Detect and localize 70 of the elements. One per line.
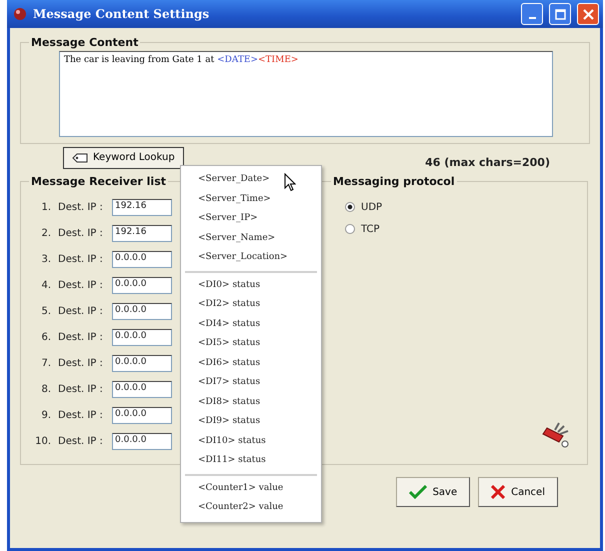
menu-item[interactable]: <DI2> status [181,295,321,314]
ip-input-field[interactable]: 0.0.0.0 [112,328,172,346]
row-number: 6. [40,332,51,342]
menu-item[interactable]: <Server_Date> [181,170,321,190]
menu-item[interactable]: <DI6> status [181,354,321,373]
menu-item[interactable]: <DI0> status [181,276,321,295]
menu-item[interactable]: <Counter2> value [181,498,321,518]
keyword-lookup-button[interactable]: Keyword Lookup [63,146,184,168]
ip-input-field[interactable]: 0.0.0.0 [112,380,172,398]
ip-input-field[interactable]: 0.0.0.0 [112,432,172,450]
x-icon [491,485,506,499]
field-label: Dest. IP : [58,280,104,290]
menu-item[interactable]: <DI8> status [181,392,321,412]
menu-item[interactable]: <DI5> status [181,334,321,354]
row-number: 8. [40,384,51,394]
row-number: 4. [40,280,51,290]
check-icon [408,485,427,499]
field-label: Dest. IP : [58,254,104,264]
message-text-field[interactable]: The car is leaving from Gate 1 at <DATE><TIME> [59,51,553,137]
group-title: Messaging protocol [332,175,456,188]
row-number: 10. [34,436,51,446]
protocol-radio[interactable]: UDP [345,196,571,218]
group-title: Message Content [30,36,140,49]
row-number: 2. [40,228,51,238]
minimize-icon [528,17,536,19]
field-label: Dest. IP : [58,358,104,368]
field-label: Dest. IP : [58,384,104,394]
field-label: Dest. IP : [58,410,104,420]
protocol-radio[interactable]: TCP [345,218,571,240]
menu-item[interactable]: <Server_Time> [181,190,321,209]
char-count: 46 (max chars=200) [425,156,550,169]
save-button[interactable]: Save [396,477,470,507]
ip-input-field[interactable]: 0.0.0.0 [112,250,172,268]
field-label: Dest. IP : [58,436,104,446]
ip-input-field[interactable]: 0.0.0.0 [112,354,172,372]
menu-item[interactable]: <DI4> status [181,314,321,334]
field-label: Dest. IP : [58,306,104,316]
ip-input-field[interactable]: 0.0.0.0 [112,276,172,294]
menu-item[interactable]: <DI11> status [181,451,321,470]
cancel-button[interactable]: Cancel [478,477,558,507]
field-label: Dest. IP : [58,332,104,342]
maximize-icon [554,8,566,20]
field-label: Dest. IP : [58,202,104,212]
close-button[interactable] [577,3,599,25]
app-icon [13,7,27,21]
group-title: Message Receiver list [30,175,168,188]
row-number: 1. [40,202,51,212]
ip-input-field[interactable]: 192.16 [112,198,172,216]
field-label: Dest. IP : [58,228,104,238]
menu-item[interactable]: <DI7> status [181,373,321,392]
menu-item[interactable]: <Server_Location> [181,248,321,268]
close-icon [582,8,594,20]
minimize-button[interactable] [521,3,543,25]
maximize-button[interactable] [549,3,571,25]
pocket-knife-icon [541,420,571,450]
menu-item[interactable]: <Server_Name> [181,228,321,248]
row-number: 7. [40,358,51,368]
window-title: Message Content Settings [33,7,210,21]
ip-input-field[interactable]: 192.16 [112,224,172,242]
menu-item[interactable]: <DI9> status [181,412,321,432]
row-number: 3. [40,254,51,264]
menu-item[interactable]: <Counter1> value [181,478,321,498]
menu-item[interactable]: <DI10> status [181,432,321,451]
cursor-icon [284,173,296,192]
ip-input-field[interactable]: 0.0.0.0 [112,406,172,424]
tag-icon [72,152,88,162]
ip-input-field[interactable]: 0.0.0.0 [112,302,172,320]
menu-item[interactable]: <Server_IP> [181,209,321,228]
row-number: 5. [40,306,51,316]
row-number: 9. [40,410,51,420]
